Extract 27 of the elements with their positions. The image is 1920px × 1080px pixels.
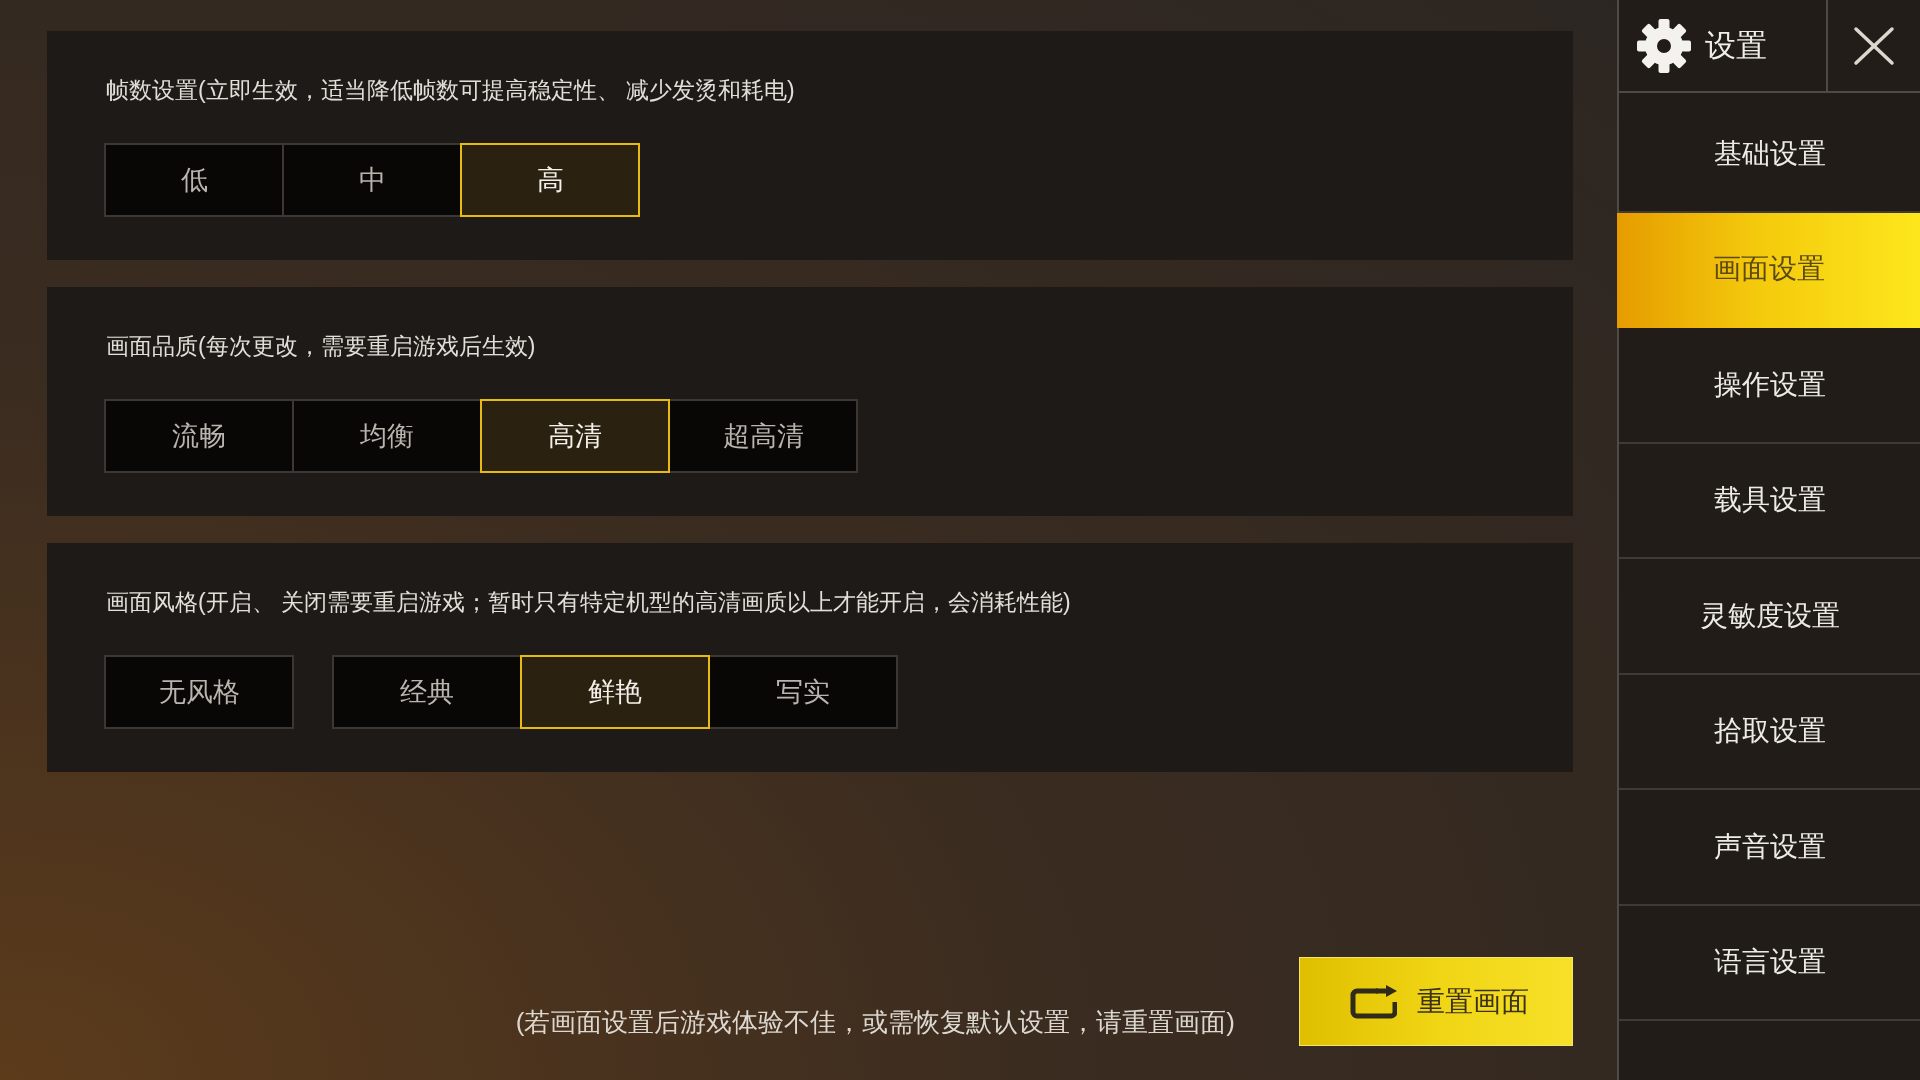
reset-hint-text: (若画面设置后游戏体验不佳，或需恢复默认设置，请重置画面) <box>515 1006 1235 1038</box>
option-button[interactable]: 高 <box>460 143 640 217</box>
option-button[interactable]: 流畅 <box>104 399 294 473</box>
section-title: 画面品质(每次更改，需要重启游戏后生效) <box>106 332 537 361</box>
option-button[interactable]: 经典 <box>332 655 522 729</box>
sidebar-tab[interactable]: 载具设置 <box>1619 443 1920 559</box>
sidebar-tab[interactable]: 灵敏度设置 <box>1619 559 1920 675</box>
option-button[interactable]: 写实 <box>708 655 898 729</box>
sidebar-tab[interactable]: 语言设置 <box>1619 905 1920 1021</box>
settings-title: 设置 <box>1705 30 1767 61</box>
section-title: 画面风格(开启、 关闭需要重启游戏；暂时只有特定机型的高清画质以上才能开启，会消耗性能) <box>106 588 1072 617</box>
box-arrow-icon <box>1350 984 1397 1019</box>
close-icon <box>1853 25 1895 66</box>
sidebar-tab[interactable]: 画面设置 <box>1617 212 1920 328</box>
option-button[interactable]: 超高清 <box>668 399 858 473</box>
option-button[interactable]: 无风格 <box>104 655 294 729</box>
option-button[interactable]: 低 <box>104 143 284 217</box>
reset-button[interactable]: 重置画面 <box>1299 957 1573 1046</box>
option-button[interactable]: 均衡 <box>292 399 482 473</box>
option-button[interactable]: 高清 <box>480 399 670 473</box>
option-button[interactable]: 中 <box>282 143 462 217</box>
sidebar-tab[interactable]: 操作设置 <box>1619 328 1920 444</box>
settings-icon <box>1637 18 1691 73</box>
section-title: 帧数设置(立即生效，适当降低帧数可提高稳定性、 减少发烫和耗电) <box>106 76 796 105</box>
sidebar-tab[interactable]: 拾取设置 <box>1619 674 1920 790</box>
sidebar-tab[interactable]: 声音设置 <box>1619 790 1920 906</box>
option-button[interactable]: 鲜艳 <box>520 655 710 729</box>
